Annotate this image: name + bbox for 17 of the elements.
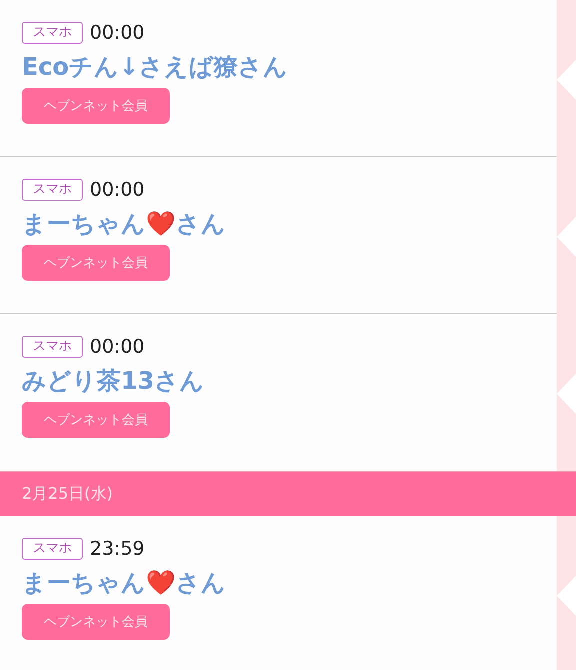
device-tag: スマホ (22, 336, 83, 358)
member-badge[interactable]: ヘブンネット会員 (22, 604, 170, 640)
visit-time: 00:00 (90, 179, 145, 201)
member-badge[interactable]: ヘブンネット会員 (22, 88, 170, 124)
device-tag: スマホ (22, 538, 83, 560)
device-tag: スマホ (22, 179, 83, 201)
visitor-name[interactable]: まーちゃん❤さん (22, 568, 535, 598)
member-badge[interactable]: ヘブンネット会員 (22, 245, 170, 281)
member-badge[interactable]: ヘブンネット会員 (22, 402, 170, 438)
visit-time: 00:00 (90, 336, 145, 358)
device-tag: スマホ (22, 22, 83, 44)
date-header: 2月25日(水) (0, 471, 576, 516)
visitor-name[interactable]: Ecoチん↓さえば獠さん (22, 52, 535, 82)
visit-time: 23:59 (90, 538, 145, 560)
visitor-name[interactable]: みどり茶13さん (22, 366, 535, 396)
visit-time: 00:00 (90, 22, 145, 44)
visitor-name[interactable]: まーちゃん❤さん (22, 209, 535, 239)
